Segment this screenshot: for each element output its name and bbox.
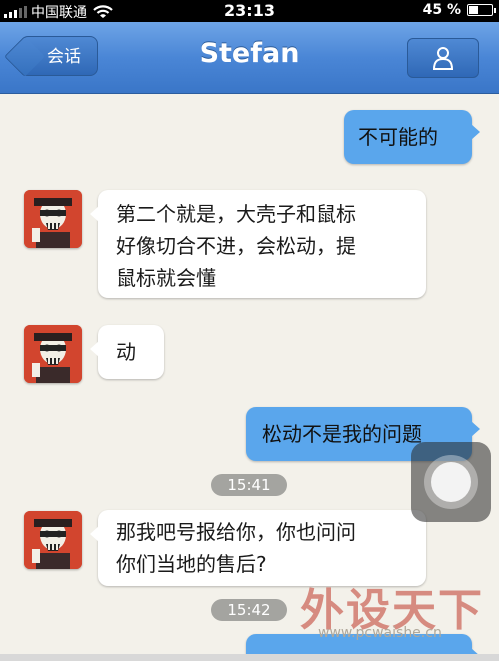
battery-percent: 45 % (422, 2, 461, 18)
navigation-bar: 会话 Stefan (0, 22, 499, 94)
message-line: 鼠标就会懂 (116, 266, 216, 290)
message-line: 好像切合不进，会松动，提 (116, 234, 356, 258)
contact-avatar[interactable] (24, 325, 82, 383)
message-bubble-incoming[interactable]: 动 (90, 325, 164, 379)
contact-avatar[interactable] (24, 190, 82, 248)
message-bubble-incoming[interactable]: 第二个就是，大壳子和鼠标 好像切合不进，会松动，提 鼠标就会懂 (90, 190, 426, 298)
back-to-conversations-button[interactable]: 会话 (20, 36, 98, 76)
status-bar: 中国联通 23:13 45 % (0, 0, 499, 22)
battery-icon (467, 4, 496, 16)
person-icon (432, 47, 454, 70)
message-text: 不可能的 (358, 125, 438, 149)
watermark-url: www.pcwaishe.cn (318, 625, 442, 641)
skull-avatar-icon (24, 325, 82, 383)
message-text: 动 (116, 340, 136, 364)
page-title: Stefan (199, 38, 300, 69)
contact-profile-button[interactable] (407, 38, 479, 78)
message-timestamp: 15:42 (211, 599, 287, 621)
assistive-touch-button[interactable] (411, 442, 491, 522)
skull-avatar-icon (24, 190, 82, 248)
input-toolbar-edge (0, 654, 499, 661)
message-timestamp: 15:41 (211, 474, 287, 496)
message-bubble-outgoing[interactable]: 不可能的 (344, 110, 480, 164)
contact-avatar[interactable] (24, 511, 82, 569)
skull-avatar-icon (24, 511, 82, 569)
back-button-label: 会话 (47, 47, 81, 67)
chat-screen: 中国联通 23:13 45 % 会话 Stefan 不可能的 第二个就是，大壳子… (0, 0, 499, 661)
assistive-touch-dot (431, 462, 471, 502)
message-text: 松动不是我的问题 (262, 422, 422, 446)
message-line: 第二个就是，大壳子和鼠标 (116, 202, 356, 226)
status-right: 45 % (422, 2, 496, 18)
message-line: 那我吧号报给你，你也问问 (116, 520, 356, 544)
